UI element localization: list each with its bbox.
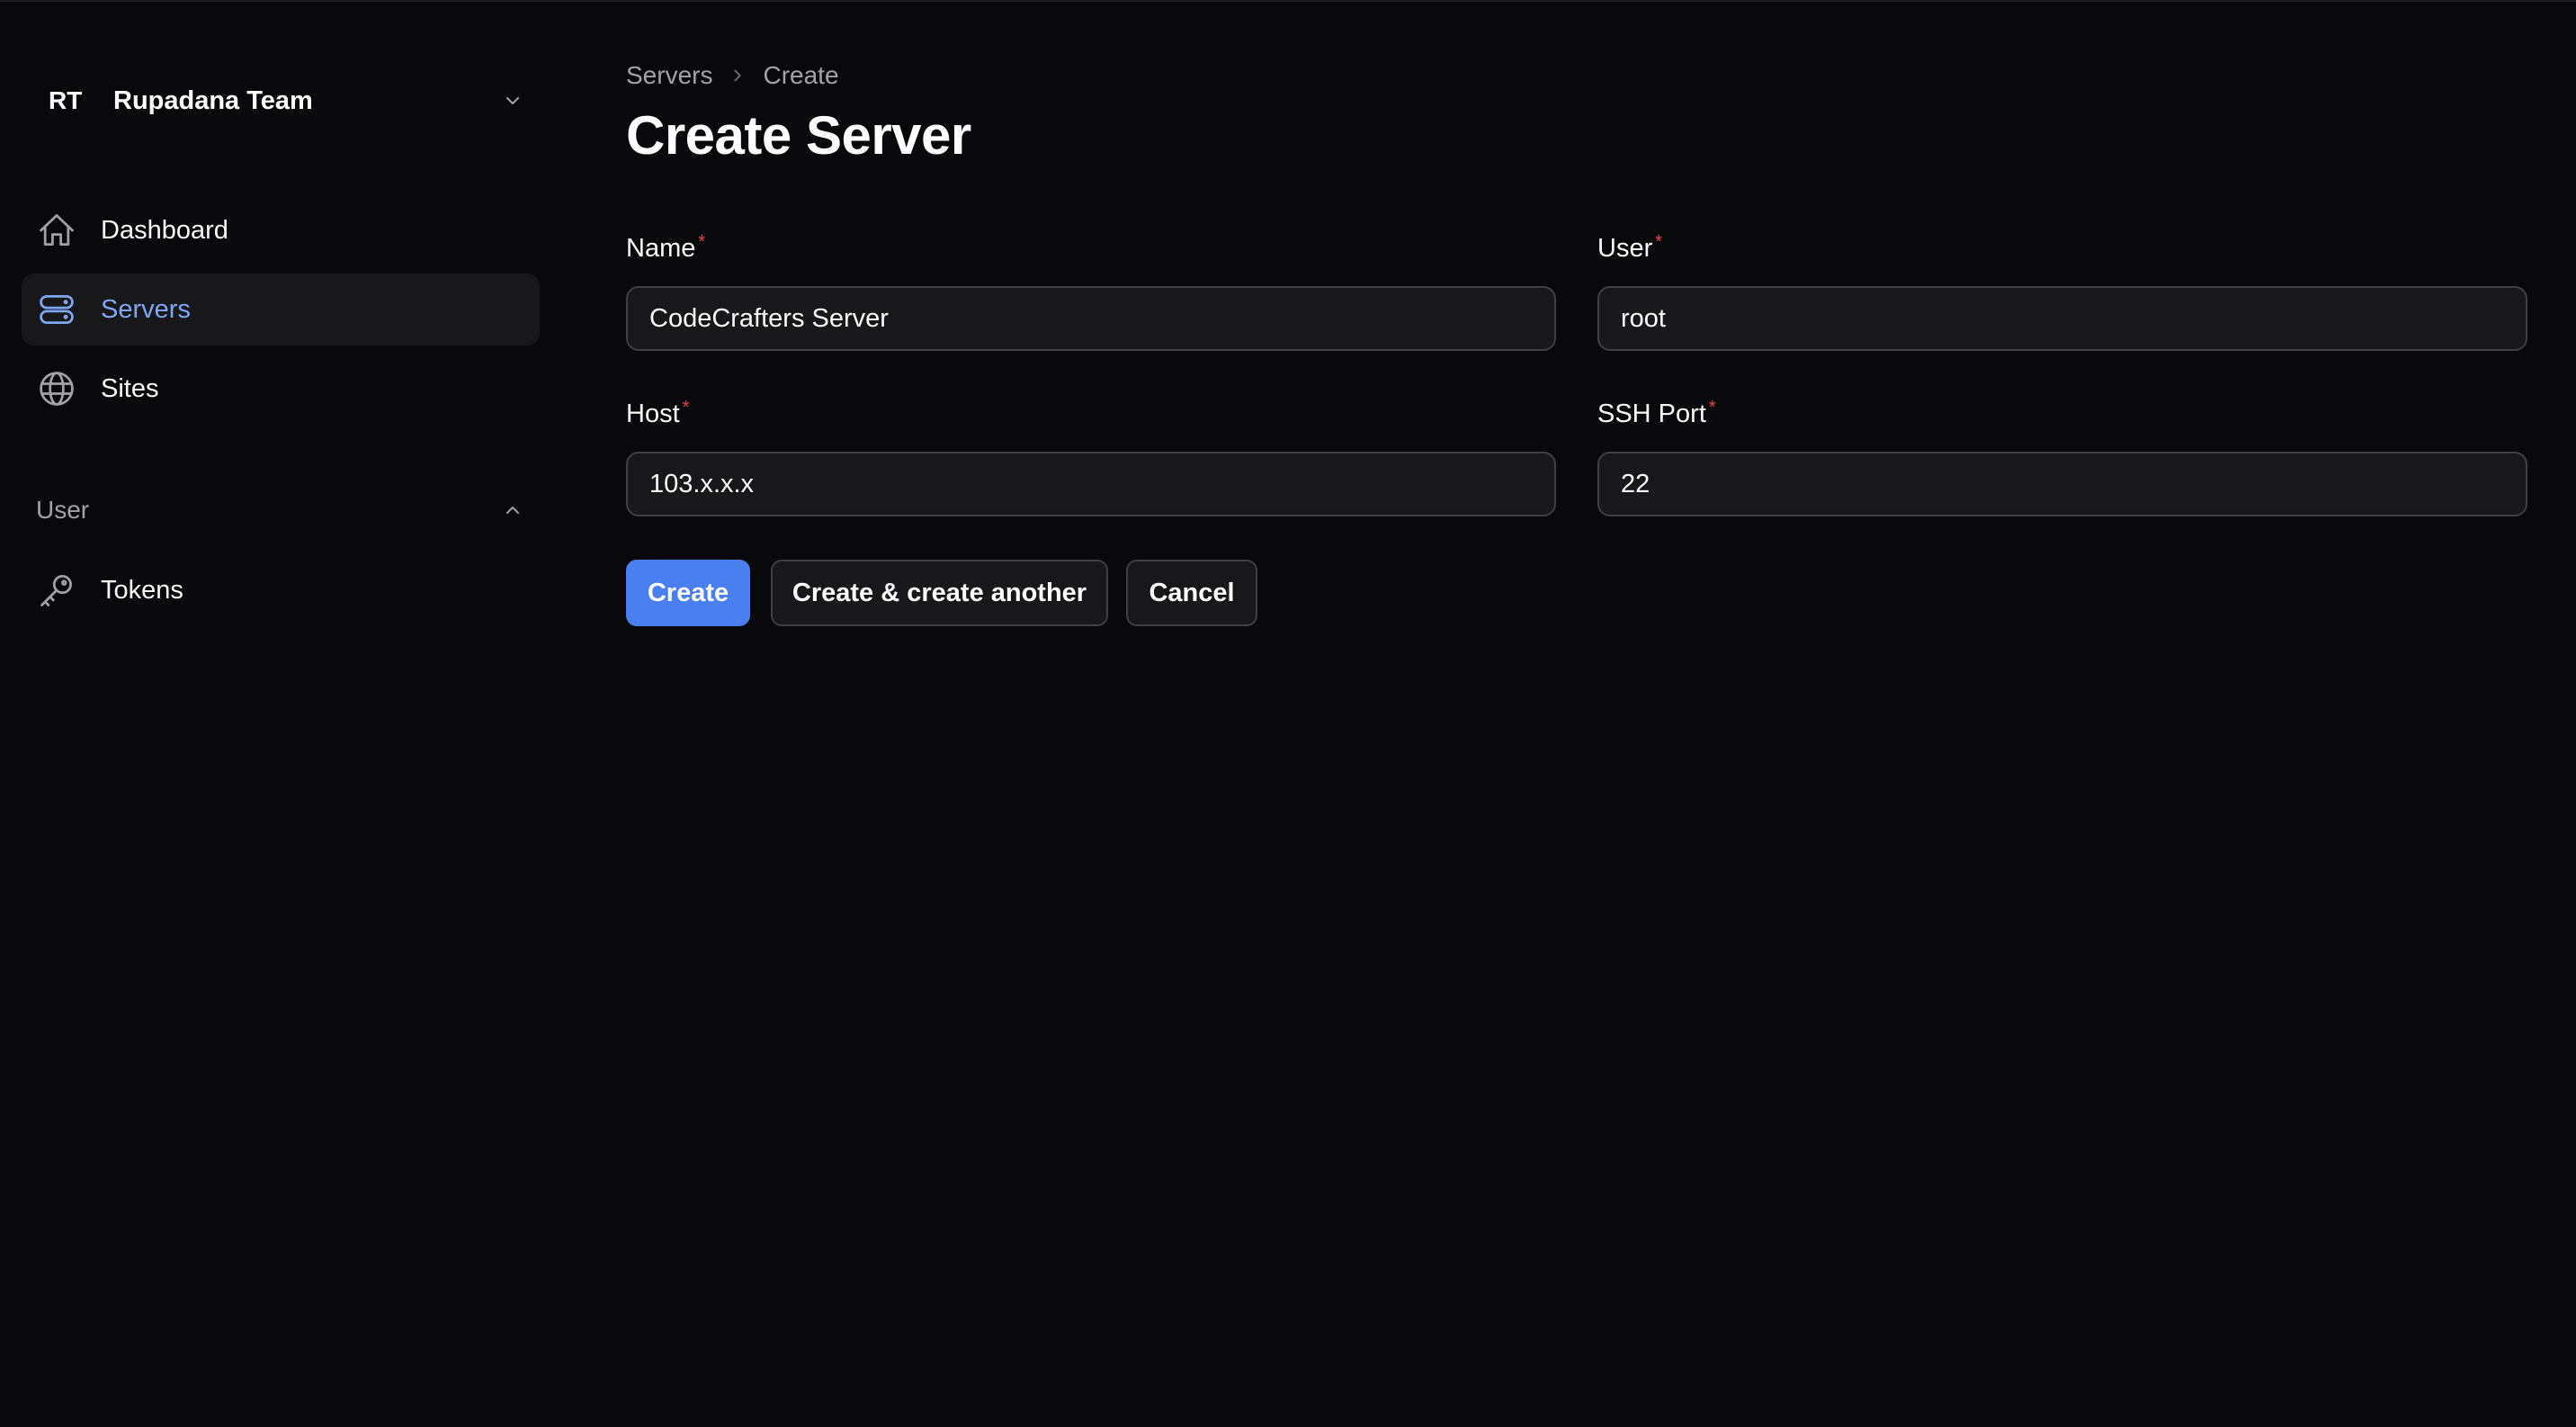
home-icon [36,210,77,251]
team-switcher[interactable]: RT Rupadana Team [36,70,531,131]
create-and-create-another-button[interactable]: Create & create another [771,560,1108,626]
host-field-group: Host * [626,399,1556,516]
key-icon [36,570,77,611]
ssh-port-label-text: SSH Port [1597,399,1706,428]
page-title: Create Server [626,105,971,166]
name-label: Name * [626,232,1556,270]
user-input[interactable] [1597,286,2527,351]
breadcrumb-link-servers[interactable]: Servers [626,61,712,90]
sidebar: RT Rupadana Team Dashboard Servers Sites… [0,0,558,1427]
sidebar-item-label: Servers [101,294,191,324]
sidebar-item-label: Sites [101,373,159,403]
globe-icon [36,368,77,409]
team-avatar: RT [49,86,83,114]
chevron-up-icon [495,492,531,528]
host-label: Host * [626,399,1556,435]
sidebar-item-sites[interactable]: Sites [22,353,540,425]
chevron-down-icon [495,83,531,119]
breadcrumb-current: Create [763,61,839,89]
ssh-port-label: SSH Port * [1597,399,2527,435]
name-field-group: Name * [626,232,1556,351]
create-button[interactable]: Create [626,560,750,626]
breadcrumb: Servers Create [626,58,839,94]
sidebar-item-label: Tokens [101,575,183,605]
required-mark: * [682,398,690,417]
sidebar-item-label: Dashboard [101,215,228,245]
chevron-right-icon [720,58,756,94]
server-icon [36,289,77,330]
host-label-text: Host [626,399,680,428]
name-label-text: Name [626,234,696,263]
ssh-port-input[interactable] [1597,452,2527,516]
team-name: Rupadana Team [113,85,313,115]
sidebar-group-user[interactable]: User [36,486,531,534]
required-mark: * [1655,232,1663,252]
cancel-button[interactable]: Cancel [1126,560,1257,626]
sidebar-item-dashboard[interactable]: Dashboard [22,194,540,266]
ssh-port-field-group: SSH Port * [1597,399,2527,516]
required-mark: * [1708,398,1716,417]
user-field-group: User * [1597,232,2527,351]
host-input[interactable] [626,452,1556,516]
user-label-text: User [1597,234,1653,263]
required-mark: * [698,232,706,252]
name-input[interactable] [626,286,1556,351]
sidebar-item-servers[interactable]: Servers [22,274,540,346]
user-label: User * [1597,232,2527,270]
sidebar-group-label: User [36,496,90,524]
sidebar-item-tokens[interactable]: Tokens [22,554,540,626]
